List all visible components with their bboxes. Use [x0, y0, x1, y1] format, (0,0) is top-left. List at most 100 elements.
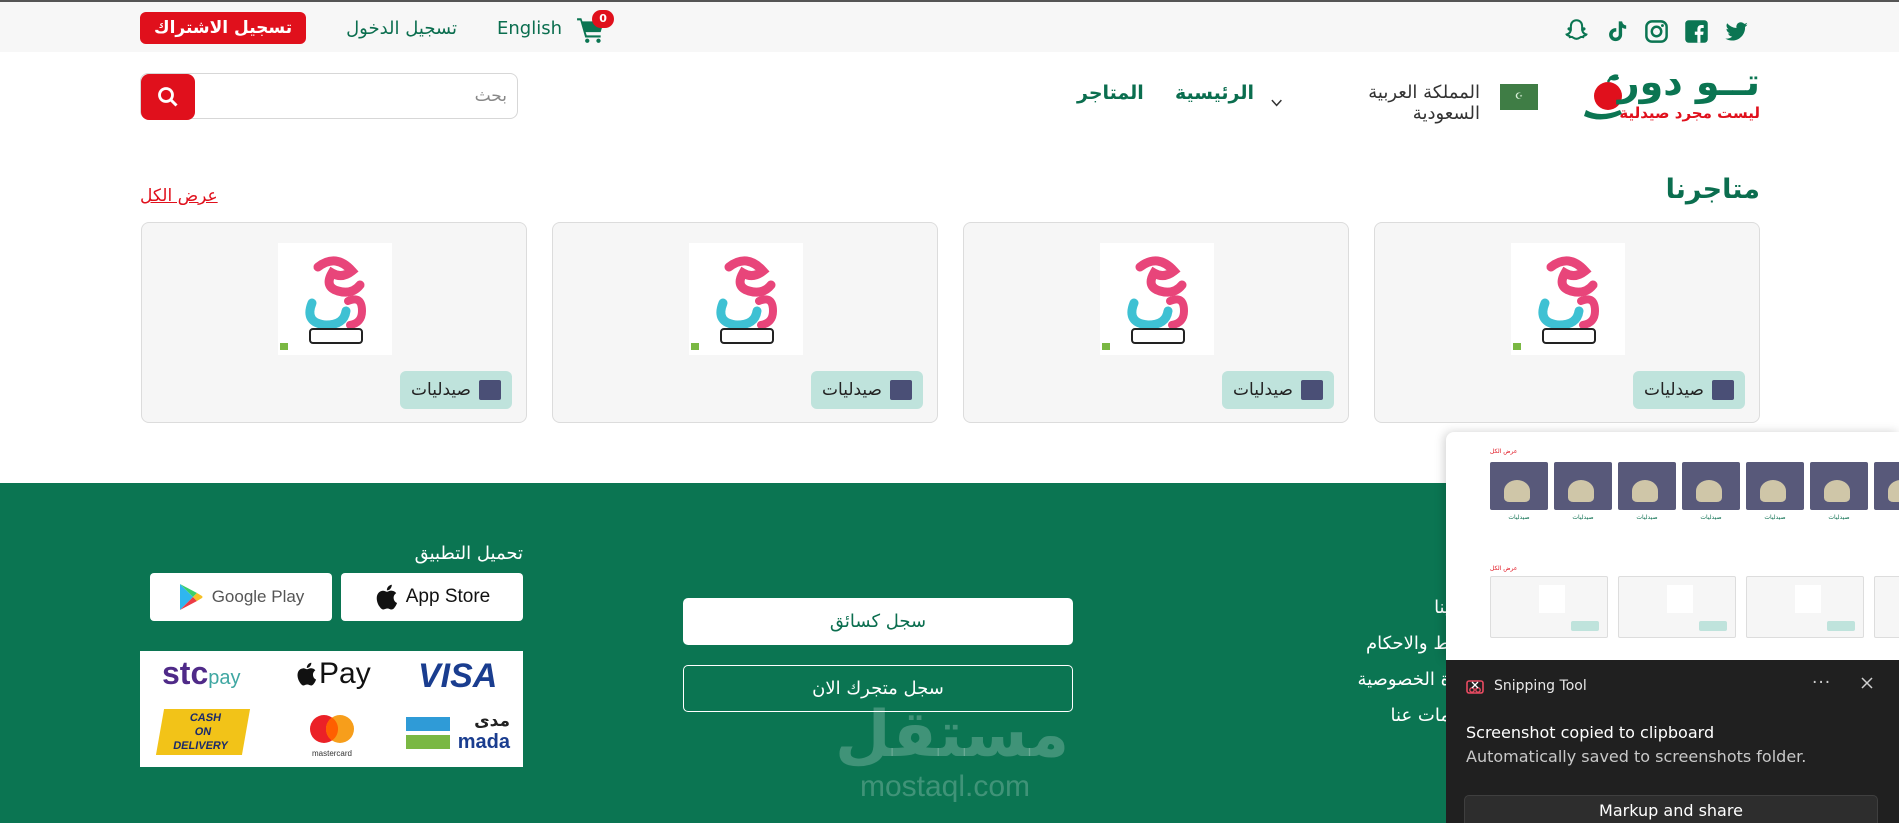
subscribe-button[interactable]: تسجيل الاشتراك — [140, 12, 307, 44]
site-logo[interactable]: تــو دور ليست مجرد صيدلية — [1580, 62, 1760, 126]
preview-title: عرض الكل — [1490, 448, 1518, 455]
footer-links: ينا ط والاحكام ة الخصوصية مات عنا — [1355, 590, 1450, 734]
store-category-badge: صيدليات — [811, 371, 923, 409]
stc-label: stc — [162, 655, 209, 691]
mada-bar-blue — [406, 717, 450, 731]
twitter-icon[interactable] — [1723, 18, 1750, 45]
preview-card — [1618, 576, 1736, 638]
view-all-link[interactable]: عرض الكل — [140, 186, 218, 206]
toast-app-name: Snipping Tool — [1494, 678, 1587, 694]
download-app-title: تحميل التطبيق — [414, 543, 523, 564]
pharmacy-icon — [479, 380, 501, 400]
app-store-button[interactable]: App Store — [341, 573, 523, 621]
footer-link[interactable]: مات عنا — [1355, 698, 1450, 734]
preview-image — [1490, 462, 1548, 510]
store-category-badge: صيدليات — [400, 371, 512, 409]
chevron-down-icon — [1271, 99, 1282, 107]
snipping-tool-icon — [1466, 680, 1484, 694]
preview-image — [1618, 462, 1676, 510]
register-driver-button[interactable]: سجل كسائق — [683, 598, 1073, 645]
watermark-url: mostaql.com — [859, 770, 1031, 803]
language-switch[interactable]: English — [497, 18, 562, 39]
payment-methods: stcpay Pay VISA CASH ON DELIVERY masterc… — [140, 651, 523, 767]
toast-body: Automatically saved to screenshots folde… — [1466, 747, 1807, 766]
search-bar — [140, 73, 518, 120]
top-bar: تسجيل الاشتراك تسجيل الدخول English 0 — [0, 0, 1899, 52]
store-card[interactable]: صيدليات — [552, 222, 938, 423]
logo-title: تــو دور — [1617, 60, 1760, 104]
store-category-label: صيدليات — [1233, 380, 1293, 400]
google-play-label: Google Play — [211, 587, 305, 606]
mastercard-label: mastercard — [311, 749, 352, 758]
stc-pay-logo: stcpay — [162, 655, 241, 692]
close-icon[interactable] — [1858, 674, 1876, 692]
preview-card — [1490, 576, 1608, 638]
nav-stores[interactable]: المتاجر — [1077, 82, 1144, 104]
more-options-icon[interactable]: ··· — [1812, 673, 1831, 693]
country-label: المملكة العربية السعودية — [1368, 82, 1480, 124]
logo-subtitle: ليست مجرد صيدلية — [1619, 104, 1760, 122]
preview-caption: صيدليات — [1828, 514, 1850, 521]
google-play-button[interactable]: Google Play — [150, 573, 332, 621]
mada-arabic-label: مدى — [474, 711, 510, 731]
preview-card-logo — [1539, 585, 1565, 613]
google-play-icon — [179, 584, 203, 610]
saudi-flag-icon: ☪︎ — [1500, 84, 1538, 110]
apple-icon — [376, 584, 397, 610]
cod-line3: DELIVERY — [172, 740, 229, 752]
cart-count-badge: 0 — [592, 10, 615, 28]
cod-line1: CASH — [188, 712, 223, 724]
pharmacy-icon — [1712, 380, 1734, 400]
preview-image — [1682, 462, 1740, 510]
watermark-arabic: مستقل — [835, 698, 1070, 772]
preview-image — [1874, 462, 1899, 510]
snipping-tool-notification[interactable]: Snipping Tool ··· Screenshot copied to c… — [1446, 660, 1899, 823]
search-input[interactable] — [217, 82, 507, 110]
cash-on-delivery-logo: CASH ON DELIVERY — [155, 709, 251, 755]
preview-caption: صيدليات — [1764, 514, 1786, 521]
mastercard-logo: mastercard — [302, 713, 362, 758]
snapchat-icon[interactable] — [1563, 18, 1590, 45]
preview-caption: صيدليات — [1636, 514, 1658, 521]
store-category-badge: صيدليات — [1222, 371, 1334, 409]
instagram-icon[interactable] — [1643, 18, 1670, 45]
search-button[interactable] — [141, 74, 195, 120]
pharmacy-icon — [890, 380, 912, 400]
store-card[interactable]: صيدليات — [1374, 222, 1760, 423]
cod-line2: ON — [193, 726, 213, 738]
footer-link[interactable]: ة الخصوصية — [1355, 662, 1450, 698]
store-card[interactable]: صيدليات — [141, 222, 527, 423]
tiktok-icon[interactable] — [1603, 18, 1630, 45]
facebook-icon[interactable] — [1683, 18, 1710, 45]
mada-english-label: mada — [457, 731, 510, 753]
nav-home[interactable]: الرئيسية — [1175, 82, 1254, 104]
login-link[interactable]: تسجيل الدخول — [346, 18, 457, 39]
footer-link[interactable]: ط والاحكام — [1355, 626, 1450, 662]
apple-pay-logo: Pay — [295, 657, 371, 691]
preview-caption: صيدليات — [1572, 514, 1594, 521]
account-actions: تسجيل الاشتراك تسجيل الدخول English 0 — [140, 10, 615, 44]
mastercard-icon — [310, 715, 354, 743]
store-logo-icon — [689, 243, 803, 355]
country-selector[interactable]: المملكة العربية السعودية — [1270, 82, 1480, 124]
preview-caption: صيدليات — [1508, 514, 1530, 521]
mada-bar-green — [406, 735, 450, 749]
footer-link[interactable]: ينا — [1355, 590, 1450, 626]
section-title-stores: متاجرنا — [1665, 174, 1760, 205]
markup-and-share-button[interactable]: Markup and share — [1464, 795, 1878, 823]
store-card[interactable]: صيدليات — [963, 222, 1349, 423]
preview-card-logo — [1795, 585, 1821, 613]
visa-logo: VISA — [418, 657, 498, 695]
preview-image — [1554, 462, 1612, 510]
apple-pay-label: Pay — [319, 657, 371, 690]
watermark: مستقل mostaql.com — [835, 698, 1070, 804]
store-logo-icon — [278, 243, 392, 355]
stc-pay-label: pay — [208, 667, 241, 689]
search-icon — [158, 87, 178, 107]
cart-button[interactable]: 0 — [576, 10, 615, 44]
toast-title: Screenshot copied to clipboard — [1466, 723, 1715, 742]
screenshot-preview-thumbnail[interactable]: عرض الكل صيدليات صيدليات صيدليات صيدليات… — [1446, 432, 1899, 660]
store-logo-icon — [1100, 243, 1214, 355]
preview-caption: صيدليات — [1700, 514, 1722, 521]
preview-image — [1746, 462, 1804, 510]
